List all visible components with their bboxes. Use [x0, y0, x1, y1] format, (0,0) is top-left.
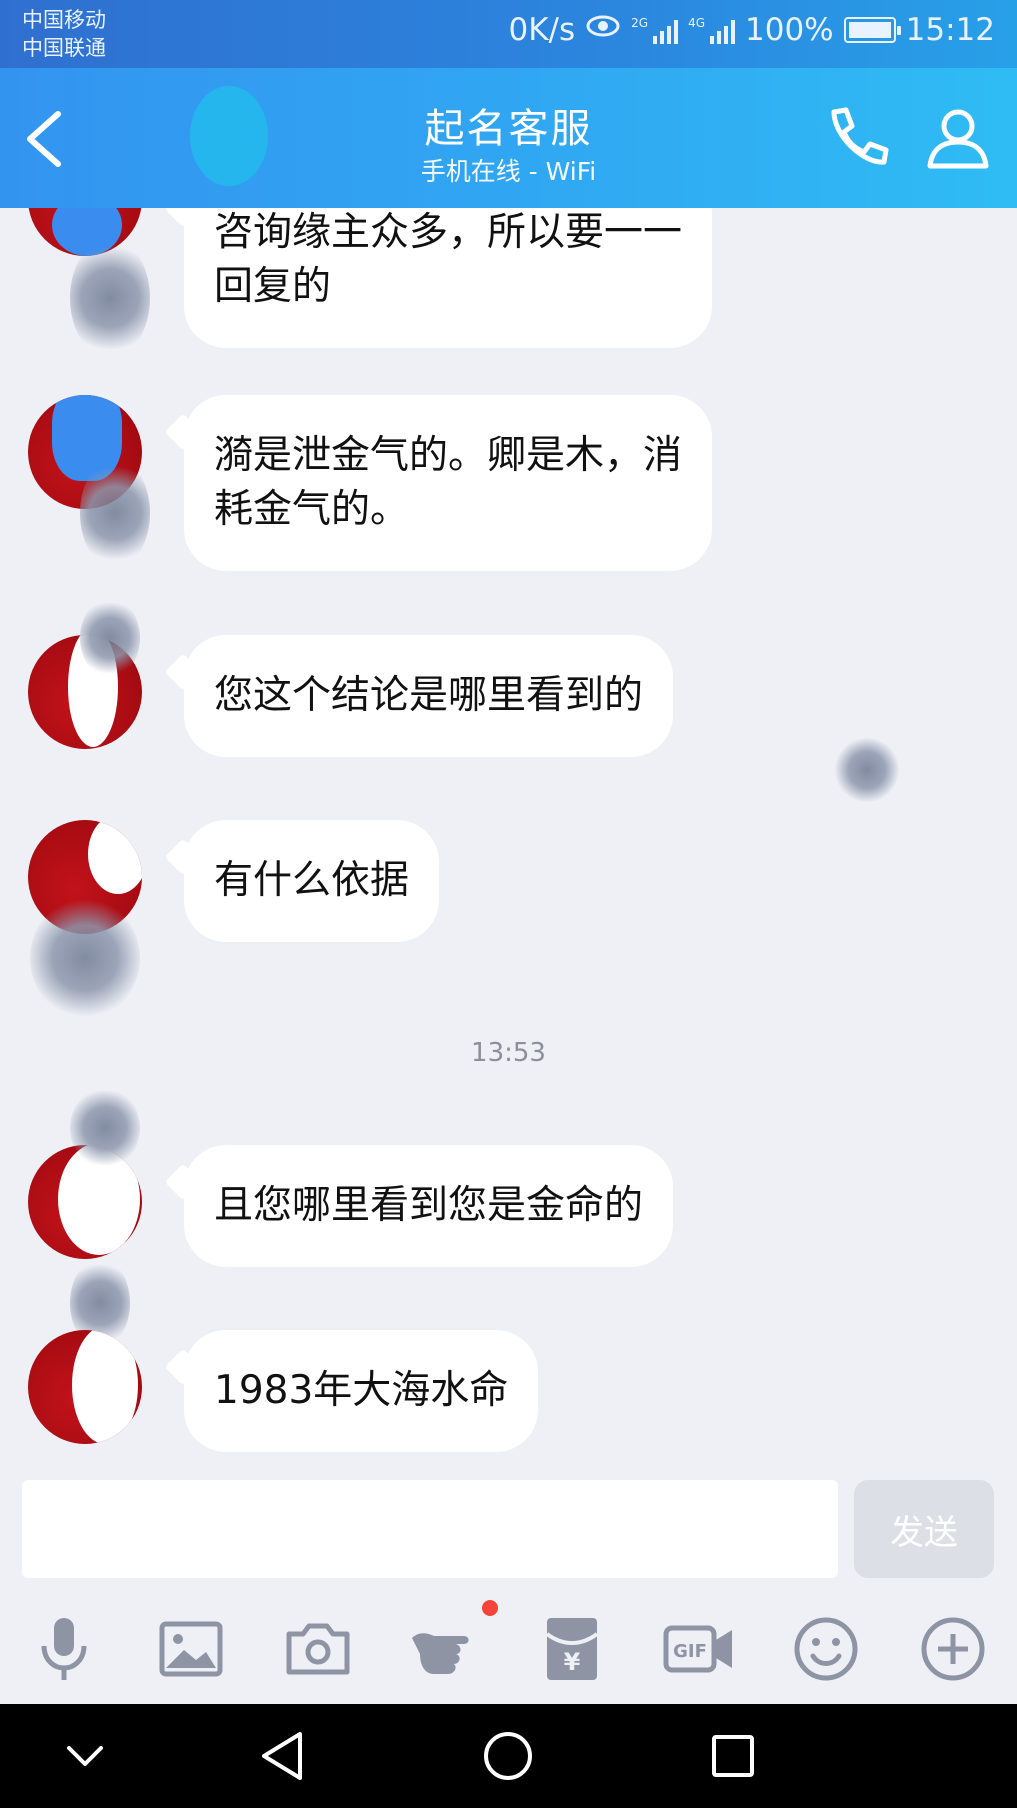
message-bubble[interactable]: 您这个结论是哪里看到的: [184, 635, 674, 757]
chat-header: 起名客服 手机在线 - WiFi: [0, 68, 1017, 208]
sender-avatar[interactable]: [28, 1145, 142, 1259]
blur-artifact: [70, 238, 150, 358]
signal-icon-1: 2G: [631, 16, 679, 44]
message-bubble[interactable]: 咨询缘主众多，所以要一一 回复的: [184, 208, 713, 348]
system-nav-bar: [0, 1704, 1017, 1808]
nav-back-icon[interactable]: [254, 1726, 314, 1786]
message-bubble[interactable]: 有什么依据: [184, 820, 440, 942]
svg-text:¥: ¥: [564, 1648, 581, 1676]
composer: 发送: [0, 1478, 1017, 1588]
status-indicators: 0K/s 2G 4G 100% 15:12: [508, 12, 995, 48]
message-text: 有什么依据: [214, 858, 410, 903]
blur-artifact: [835, 738, 899, 802]
message-text: 漪是泄金气的。卿是木，消 耗金气的。: [214, 433, 683, 532]
nav-home-icon[interactable]: [478, 1726, 538, 1786]
carriers: 中国移动 中国联通: [22, 6, 106, 62]
eye-icon: [585, 12, 621, 48]
message-bubble[interactable]: 且您哪里看到您是金命的: [184, 1145, 674, 1267]
message-text: 您这个结论是哪里看到的: [214, 673, 644, 718]
carrier-1: 中国移动: [22, 8, 106, 32]
status-bar: 中国移动 中国联通 0K/s 2G 4G 100% 15:12: [0, 0, 1017, 68]
phone-icon[interactable]: [820, 102, 892, 174]
message-list[interactable]: 咨询缘主众多，所以要一一 回复的 漪是泄金气的。卿是木，消 耗金气的。 您这个结…: [0, 208, 1017, 1478]
message-input[interactable]: [22, 1480, 838, 1578]
carrier-2: 中国联通: [22, 36, 106, 60]
blur-artifact: [80, 598, 140, 678]
gif-icon[interactable]: GIF: [662, 1612, 736, 1686]
poke-hand-icon[interactable]: [408, 1612, 482, 1686]
microphone-icon[interactable]: [27, 1612, 101, 1686]
message-bubble[interactable]: 漪是泄金气的。卿是木，消 耗金气的。: [184, 395, 713, 571]
blur-artifact: [30, 898, 140, 1018]
blur-artifact: [70, 1088, 140, 1168]
message-bubble[interactable]: 1983年大海水命: [184, 1330, 539, 1452]
blur-artifact: [80, 458, 150, 568]
message-text: 且您哪里看到您是金命的: [214, 1183, 644, 1228]
nav-recents-icon[interactable]: [703, 1726, 763, 1786]
battery-icon: [843, 17, 901, 43]
camera-icon[interactable]: [281, 1612, 355, 1686]
sender-avatar[interactable]: [28, 1330, 142, 1444]
plus-icon[interactable]: [916, 1612, 990, 1686]
clock: 15:12: [905, 12, 995, 48]
svg-text:GIF: GIF: [673, 1641, 707, 1662]
image-icon[interactable]: [154, 1612, 228, 1686]
emoji-icon[interactable]: [789, 1612, 863, 1686]
nav-down-icon[interactable]: [55, 1726, 115, 1786]
send-button[interactable]: 发送: [854, 1480, 994, 1578]
user-icon[interactable]: [922, 102, 994, 174]
chat-toolbar: ¥ GIF: [0, 1588, 1017, 1704]
message-text: 1983年大海水命: [214, 1368, 509, 1413]
battery-percent: 100%: [745, 12, 834, 48]
notification-dot: [482, 1600, 498, 1616]
red-packet-icon[interactable]: ¥: [535, 1612, 609, 1686]
signal-icon-2: 4G: [688, 16, 736, 44]
message-text: 咨询缘主众多，所以要一一 回复的: [214, 210, 683, 309]
timestamp: 13:53: [471, 1038, 546, 1068]
network-speed: 0K/s: [508, 12, 576, 48]
